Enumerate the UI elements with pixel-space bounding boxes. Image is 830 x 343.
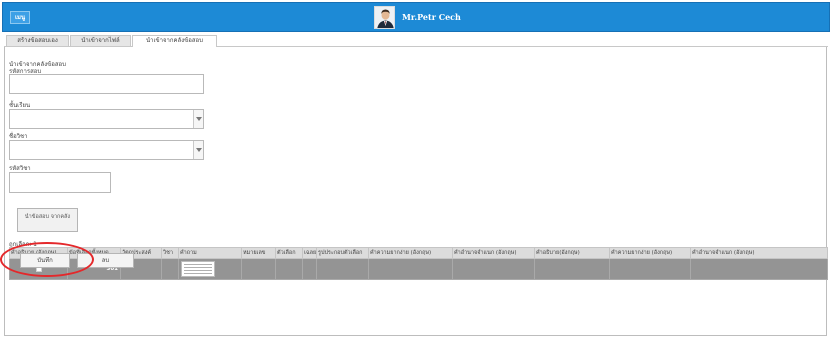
save-button[interactable]: บันทึก [20,253,70,268]
tab-import-file[interactable]: นำเข้าจากไฟล์ [70,35,131,46]
column-header[interactable]: คำถาม [178,247,242,259]
subject-code-input[interactable] [9,172,111,193]
subject-select[interactable] [9,140,204,160]
tab-create-own[interactable]: สร้างข้อสอบเอง [6,35,69,46]
table-cell [609,258,691,280]
column-header[interactable]: หมายเลข [241,247,276,259]
table-cell [690,258,828,280]
column-header[interactable]: คำอำนาจจำแนก (อังกฤษ) [690,247,828,259]
column-header[interactable]: คำอำนาจจำแนก (อังกฤษ) [452,247,535,259]
chevron-down-icon [193,110,203,128]
column-header[interactable]: วิชา [161,247,179,259]
chevron-down-icon [193,141,203,159]
tab-import-bank[interactable]: นำเข้าจากคลังข้อสอบ [132,35,217,47]
question-thumbnail[interactable] [181,261,215,277]
column-header[interactable]: ตัวเลือก [275,247,303,259]
question-thumbnail-cell [178,258,242,280]
column-header[interactable]: คำอธิบาย(อังกฤษ) [534,247,610,259]
table-cell [302,258,317,280]
column-header[interactable]: คำความยากง่าย (อังกฤษ) [368,247,453,259]
level-select[interactable] [9,109,204,129]
user-name: Mr.Petr Cech [402,12,461,22]
table-cell [534,258,610,280]
tab-bar: สร้างข้อสอบเอง นำเข้าจากไฟล์ นำเข้าจากคล… [4,35,828,47]
table-cell [161,258,179,280]
table-cell [368,258,453,280]
table-cell [452,258,535,280]
table-cell [275,258,303,280]
table-cell [241,258,276,280]
delete-button[interactable]: ลบ [77,253,134,268]
user-avatar [374,6,395,29]
table-cell [316,258,369,280]
exam-code-input[interactable] [9,74,204,94]
top-bar: เมนู Mr.Petr Cech [2,2,830,32]
menu-button[interactable]: เมนู [10,11,30,24]
import-panel: นำเข้าจากคลังข้อสอบ รหัสการสอบ ชั้นเรียน… [4,47,828,336]
column-header[interactable]: รูปประกอบตัวเลือก [316,247,369,259]
column-header[interactable]: เฉลย [302,247,317,259]
column-header[interactable]: คำความยากง่าย (อังกฤษ) [609,247,691,259]
import-from-bank-button[interactable]: นำข้อสอบ จากคลัง [17,208,78,232]
